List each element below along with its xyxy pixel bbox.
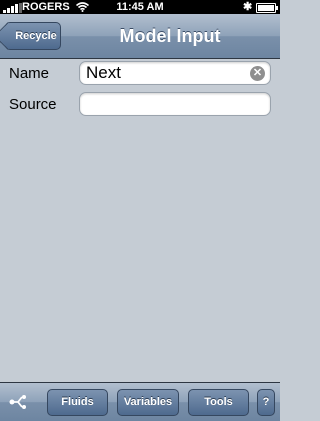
source-field[interactable] (79, 92, 271, 116)
navigation-bar: Recycle Model Input (0, 14, 280, 59)
clear-icon[interactable]: ✕ (250, 66, 265, 81)
status-bar: ROGERS 11:45 AM ✱ (0, 0, 280, 14)
page-title: Model Input (119, 26, 221, 46)
back-button[interactable]: Recycle (5, 22, 61, 50)
back-button-label: Recycle (15, 30, 57, 42)
branch-icon[interactable] (8, 393, 28, 411)
help-button[interactable]: ? (257, 389, 275, 416)
variables-button[interactable]: Variables (117, 389, 179, 416)
tools-button[interactable]: Tools (188, 389, 249, 416)
bottom-toolbar: Fluids Variables Tools ? (0, 382, 280, 421)
fluids-button[interactable]: Fluids (47, 389, 108, 416)
name-field-value: Next (86, 63, 121, 82)
battery-icon (256, 3, 278, 13)
source-row: Source (0, 90, 280, 120)
name-field[interactable]: Next ✕ (79, 61, 271, 85)
name-label: Name (9, 65, 50, 82)
bluetooth-icon: ✱ (243, 1, 253, 13)
source-label: Source (9, 96, 57, 113)
status-time: 11:45 AM (116, 1, 164, 13)
name-row: Name Next ✕ (0, 59, 280, 89)
